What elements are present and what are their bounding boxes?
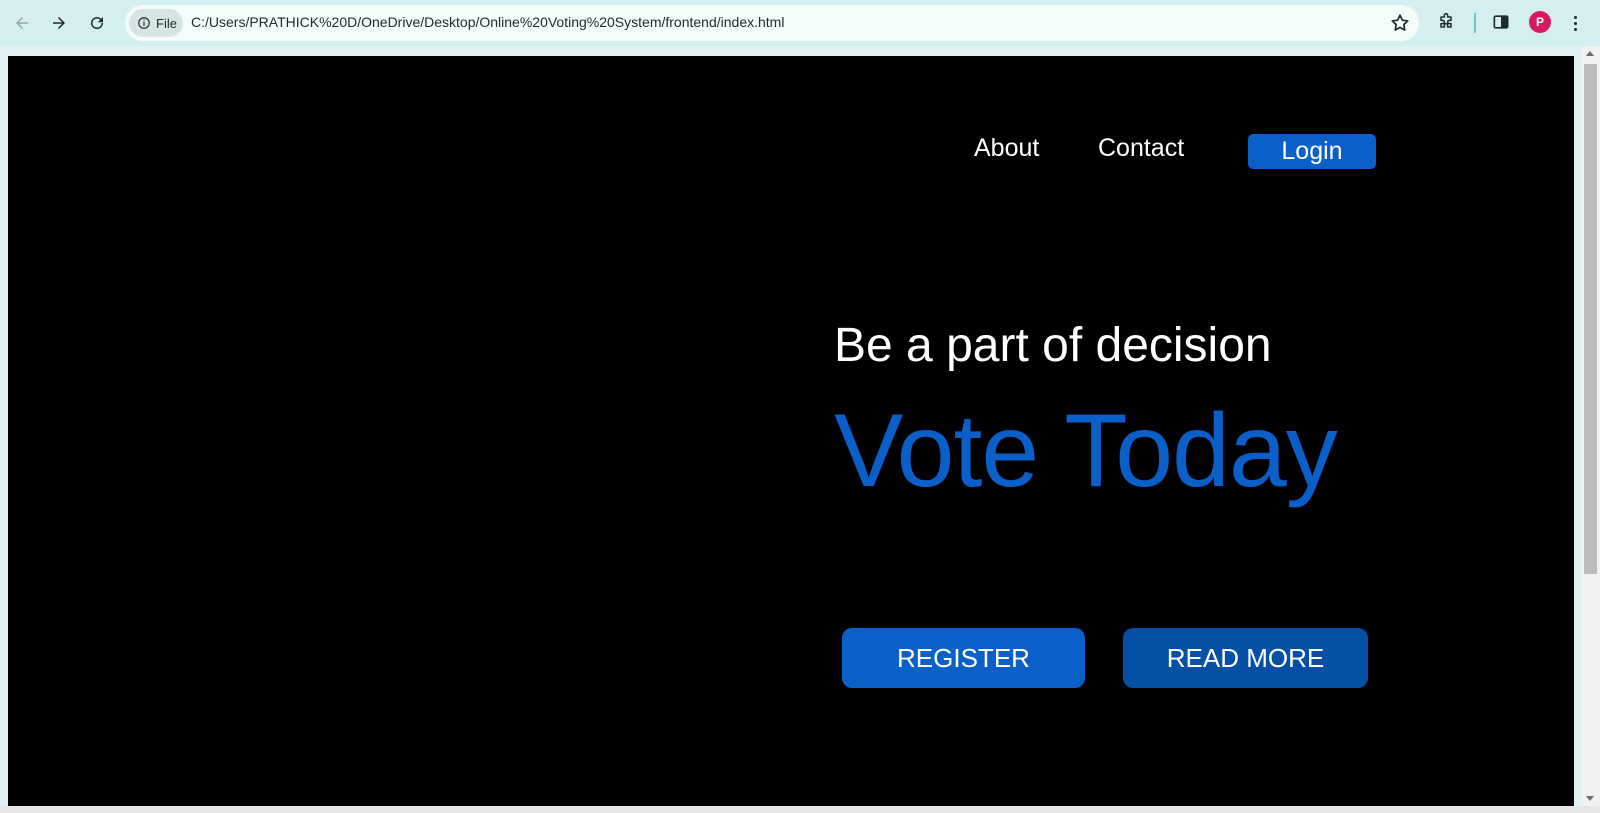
puzzle-icon <box>1440 12 1452 28</box>
forward-button[interactable] <box>44 8 74 38</box>
site-info-chip[interactable]: File <box>129 9 183 37</box>
reload-button[interactable] <box>82 8 112 38</box>
page-viewport: About Contact Login Be a part of decisio… <box>8 56 1574 806</box>
bookmark-star-icon[interactable] <box>1389 12 1411 34</box>
login-button[interactable]: Login <box>1248 134 1376 169</box>
site-info-label: File <box>156 15 177 31</box>
scroll-thumb[interactable] <box>1584 64 1597 574</box>
read-more-button[interactable]: READ MORE <box>1123 628 1368 688</box>
register-button[interactable]: REGISTER <box>842 628 1085 688</box>
vertical-scrollbar[interactable] <box>1581 46 1600 806</box>
scroll-down-arrow-icon[interactable] <box>1586 796 1594 801</box>
back-button[interactable] <box>7 8 37 38</box>
browser-toolbar: File C:/Users/PRATHICK%20D/OneDrive/Desk… <box>0 0 1600 46</box>
nav-about-link[interactable]: About <box>974 134 1039 163</box>
reload-icon <box>91 17 104 30</box>
profile-avatar[interactable]: P <box>1529 11 1551 33</box>
hero-headline: Vote Today <box>834 393 1338 509</box>
side-panel-icon <box>1493 15 1509 29</box>
hero-tagline: Be a part of decision <box>834 319 1272 372</box>
nav-contact-link[interactable]: Contact <box>1098 134 1184 163</box>
side-panel-button[interactable] <box>1489 10 1513 34</box>
arrow-left-icon <box>16 17 28 29</box>
scroll-up-arrow-icon[interactable] <box>1586 51 1594 56</box>
arrow-right-icon <box>53 17 65 29</box>
bottom-edge <box>0 806 1600 813</box>
info-icon <box>138 17 150 29</box>
url-text[interactable]: C:/Users/PRATHICK%20D/OneDrive/Desktop/O… <box>191 14 784 30</box>
address-bar[interactable]: File C:/Users/PRATHICK%20D/OneDrive/Desk… <box>125 5 1419 41</box>
browser-menu-icon[interactable] <box>1568 11 1582 35</box>
toolbar-divider <box>1474 13 1476 33</box>
extensions-button[interactable] <box>1434 10 1458 34</box>
